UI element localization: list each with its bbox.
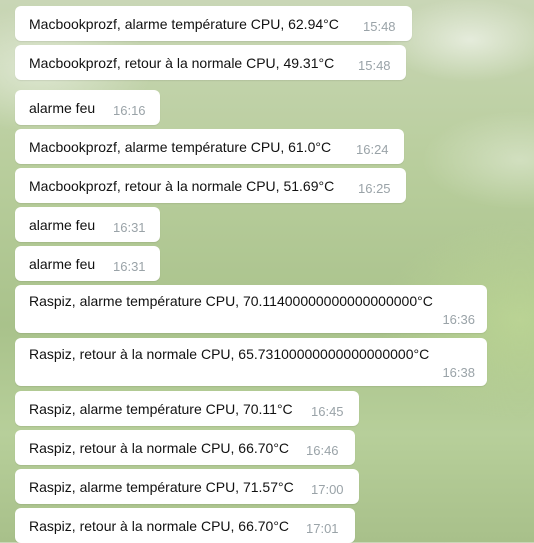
message-text: Macbookprozf, retour à la normale CPU, 4… xyxy=(29,55,335,71)
message-time: 16:25 xyxy=(358,181,391,196)
message-bubble[interactable]: Raspiz, alarme température CPU, 71.57°C … xyxy=(15,469,359,504)
message-text: Macbookprozf, retour à la normale CPU, 5… xyxy=(29,178,335,194)
message-bubble[interactable]: alarme feu 16:31 xyxy=(15,207,160,242)
message-bubble[interactable]: Macbookprozf, alarme température CPU, 62… xyxy=(15,6,412,41)
message-time: 15:48 xyxy=(363,19,396,34)
message-text: alarme feu xyxy=(29,217,96,233)
message-text: Raspiz, alarme température CPU, 71.57°C xyxy=(29,479,294,495)
chat-message-list[interactable]: Macbookprozf, alarme température CPU, 62… xyxy=(0,0,534,543)
message-time: 16:36 xyxy=(442,312,475,327)
message-text: Raspiz, alarme température CPU, 70.11400… xyxy=(29,293,433,309)
message-text: Macbookprozf, alarme température CPU, 62… xyxy=(29,16,339,32)
message-time: 16:46 xyxy=(306,443,339,458)
message-bubble[interactable]: alarme feu 16:31 xyxy=(15,246,160,281)
message-time: 15:48 xyxy=(358,58,391,73)
message-time: 16:24 xyxy=(356,142,389,157)
message-time: 17:01 xyxy=(306,521,339,536)
message-bubble[interactable]: Raspiz, alarme température CPU, 70.11°C … xyxy=(15,391,359,426)
message-bubble[interactable]: Macbookprozf, alarme température CPU, 61… xyxy=(15,129,404,164)
message-bubble[interactable]: Raspiz, retour à la normale CPU, 66.70°C… xyxy=(15,508,355,543)
message-text: alarme feu xyxy=(29,256,96,272)
message-bubble[interactable]: Macbookprozf, retour à la normale CPU, 5… xyxy=(15,168,406,203)
message-text: Raspiz, alarme température CPU, 70.11°C xyxy=(29,401,293,417)
message-bubble[interactable]: alarme feu 16:16 xyxy=(15,90,160,125)
message-time: 16:31 xyxy=(113,259,146,274)
message-time: 16:16 xyxy=(113,103,146,118)
message-bubble[interactable]: Raspiz, retour à la normale CPU, 66.70°C… xyxy=(15,430,355,465)
message-time: 17:00 xyxy=(311,482,344,497)
message-bubble[interactable]: Macbookprozf, retour à la normale CPU, 4… xyxy=(15,45,406,80)
message-time: 16:45 xyxy=(311,404,344,419)
message-text: alarme feu xyxy=(29,100,96,116)
message-bubble[interactable]: Raspiz, retour à la normale CPU, 65.7310… xyxy=(15,338,487,386)
message-time: 16:31 xyxy=(113,220,146,235)
message-time: 16:38 xyxy=(442,365,475,380)
message-text: Macbookprozf, alarme température CPU, 61… xyxy=(29,139,332,155)
message-text: Raspiz, retour à la normale CPU, 65.7310… xyxy=(29,346,430,362)
message-text: Raspiz, retour à la normale CPU, 66.70°C xyxy=(29,440,290,456)
message-bubble[interactable]: Raspiz, alarme température CPU, 70.11400… xyxy=(15,285,487,333)
message-text: Raspiz, retour à la normale CPU, 66.70°C xyxy=(29,518,290,534)
